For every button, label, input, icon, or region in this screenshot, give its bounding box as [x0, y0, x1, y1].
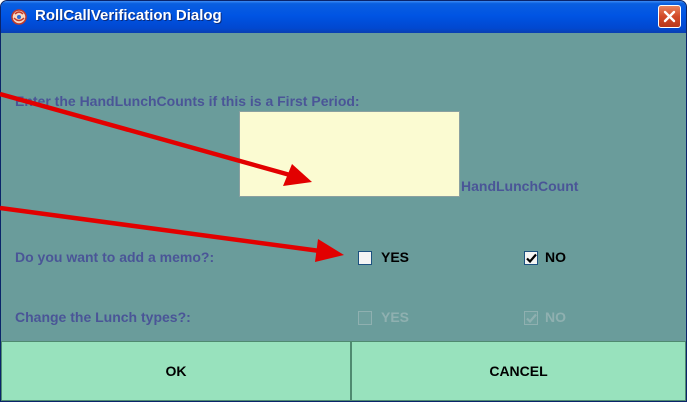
annotation-arrow-memo — [0, 205, 344, 262]
annotation-arrows — [0, 91, 344, 262]
annotation-arrow-input — [0, 91, 312, 186]
